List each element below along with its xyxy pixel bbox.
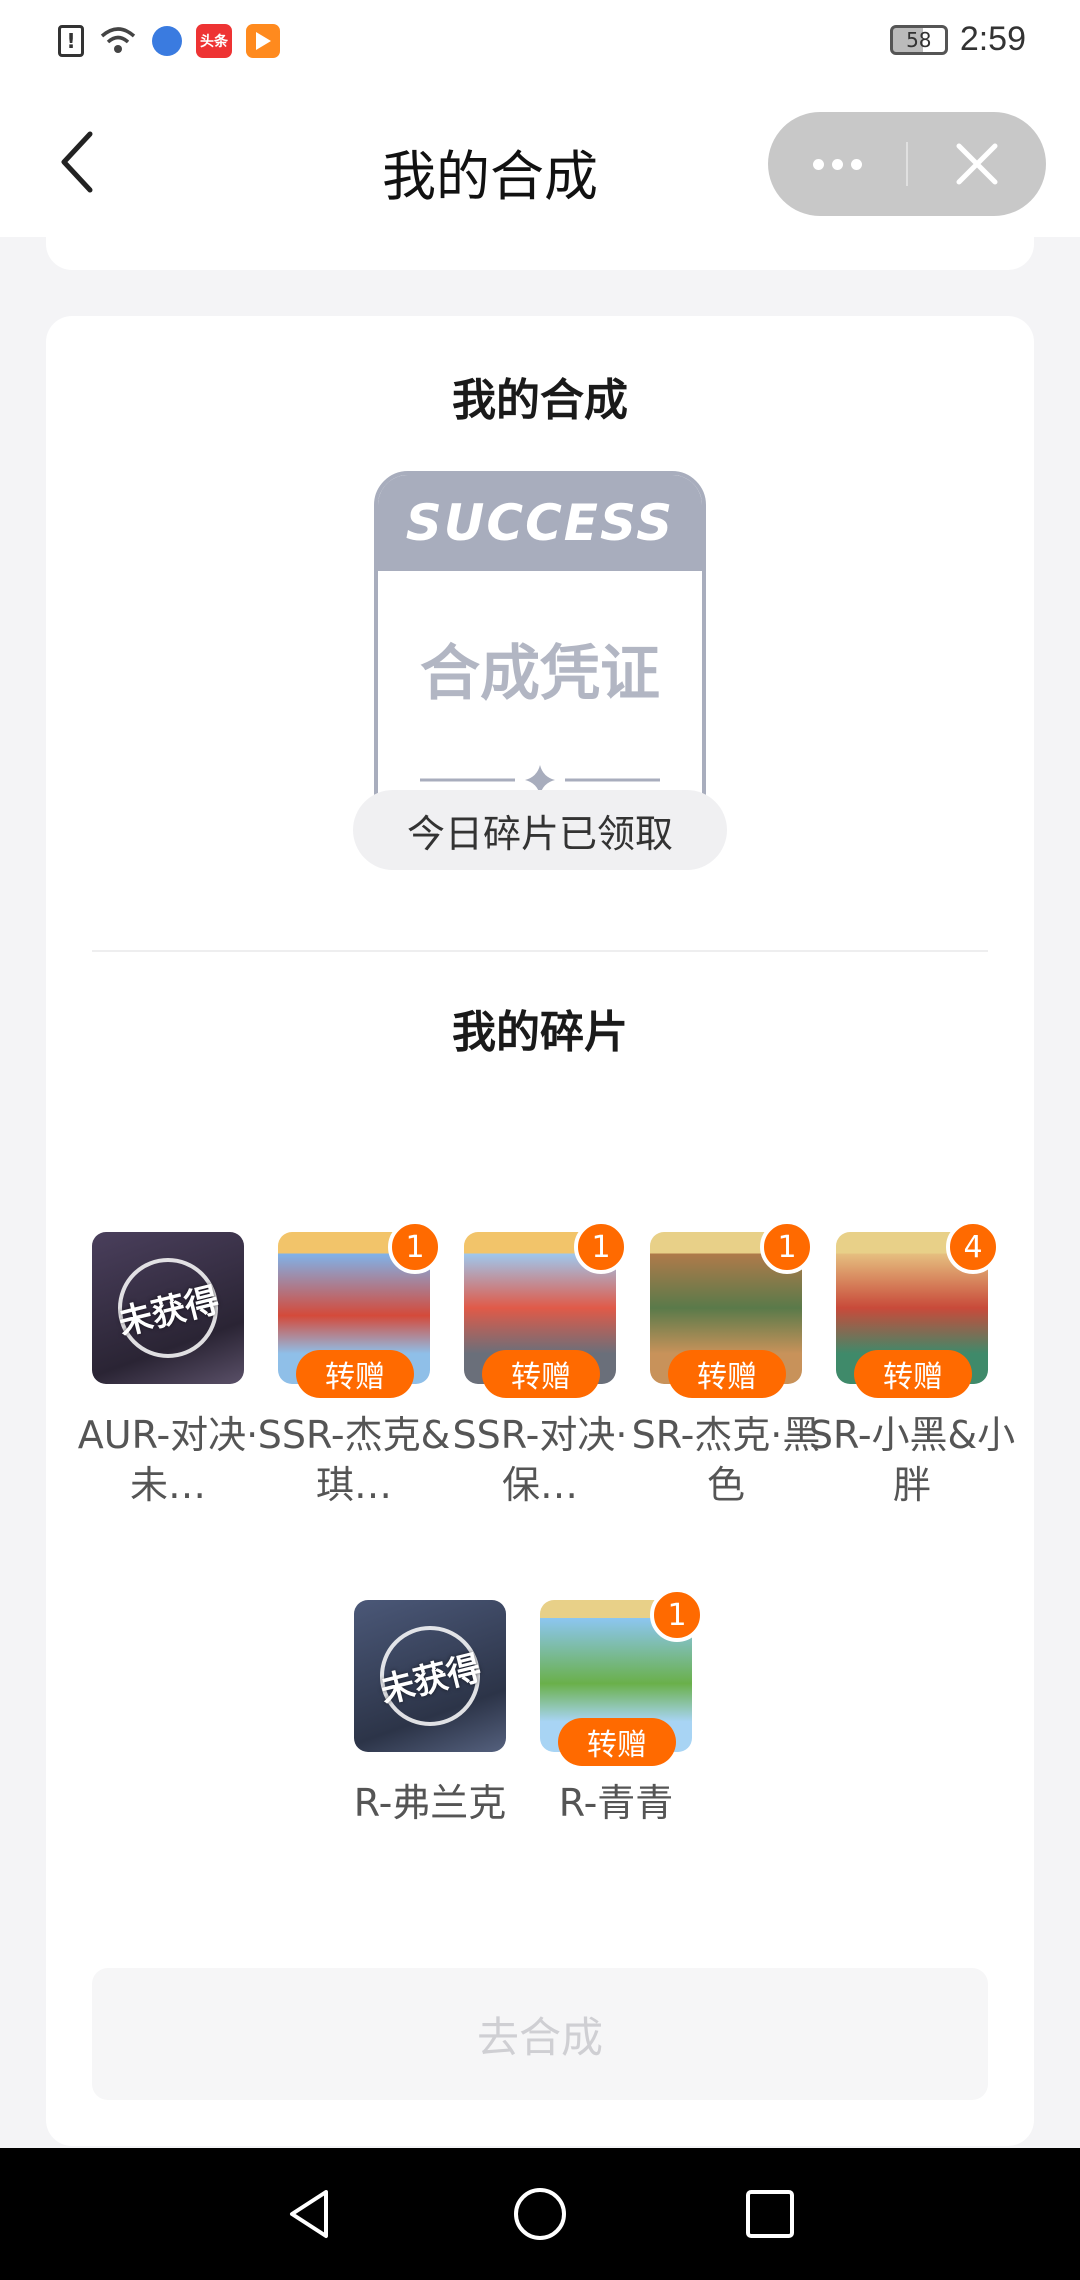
fragment-item[interactable]: 1 转赠 R-青青	[540, 1588, 704, 1825]
gift-button[interactable]: 转赠	[558, 1718, 676, 1766]
section-divider	[92, 950, 988, 952]
fragment-count-badge: 1	[760, 1220, 814, 1274]
fragment-card-image: 未获得	[92, 1232, 244, 1384]
fragment-item[interactable]: 未获得 R-弗兰克	[354, 1600, 506, 1825]
circle-home-icon	[514, 2188, 566, 2240]
previous-card	[46, 237, 1034, 270]
video-icon	[246, 24, 280, 58]
fragment-item[interactable]: 1 转赠 SR-杰克·黑色	[632, 1220, 820, 1507]
more-icon	[812, 158, 862, 170]
square-recents-icon	[746, 2190, 794, 2238]
miniprogram-capsule	[768, 112, 1046, 216]
browser-icon	[152, 26, 182, 56]
synthesis-certificate[interactable]: SUCCESS 合成凭证	[374, 471, 706, 841]
fragments-title: 我的碎片	[452, 1007, 628, 1058]
system-back-button[interactable]	[276, 2180, 344, 2248]
fragment-item[interactable]: 1 转赠 SSR-对决·保…	[453, 1220, 628, 1507]
fragment-name: R-青青	[558, 1781, 674, 1825]
gift-button[interactable]: 转赠	[482, 1350, 600, 1398]
close-icon	[956, 143, 998, 185]
fragment-item[interactable]: 1 转赠 SSR-杰克&琪…	[258, 1220, 450, 1507]
system-recents-button[interactable]	[736, 2180, 804, 2248]
fragment-name: SR-小黑&小胖	[808, 1413, 1016, 1507]
battery-indicator: 58	[889, 24, 948, 55]
wifi-icon	[98, 24, 138, 58]
fragment-count-badge: 1	[388, 1220, 442, 1274]
clock: 2:59	[959, 20, 1026, 58]
fragment-item[interactable]: 未获得 AUR-对决·未…	[78, 1232, 258, 1507]
fragment-name: SR-杰克·黑色	[631, 1413, 821, 1507]
alert-icon: !	[58, 25, 84, 57]
synthesize-button[interactable]: 去合成	[92, 1968, 988, 2100]
toutiao-icon: 头条	[196, 24, 232, 58]
certificate-header: SUCCESS	[378, 475, 702, 571]
fragment-count-badge: 1	[650, 1588, 704, 1642]
fragment-name: AUR-对决·未…	[77, 1413, 259, 1507]
nav-bar: 我的合成	[0, 92, 1080, 237]
gift-button[interactable]: 转赠	[296, 1350, 414, 1398]
fragment-count-badge: 1	[574, 1220, 628, 1274]
gift-button[interactable]: 转赠	[668, 1350, 786, 1398]
certificate-label: 合成凭证	[420, 639, 660, 709]
fragment-name: SSR-对决·保…	[452, 1413, 628, 1507]
fragment-name: R-弗兰克	[353, 1781, 507, 1825]
gift-button[interactable]: 转赠	[854, 1350, 972, 1398]
fragment-name: SSR-杰克&琪…	[257, 1413, 451, 1507]
close-button[interactable]	[908, 112, 1046, 216]
synthesis-card: 我的合成 SUCCESS 合成凭证 我的碎片 今日碎片已领取 未获得 AUR-对…	[46, 316, 1034, 2146]
status-bar: ! 头条 58 2:59	[0, 0, 1080, 92]
daily-claim-status: 今日碎片已领取	[353, 790, 727, 870]
fragment-count-badge: 4	[946, 1220, 1000, 1274]
unobtained-overlay: 未获得	[92, 1232, 244, 1384]
synthesis-title: 我的合成	[452, 375, 628, 426]
triangle-back-icon	[290, 2190, 328, 2238]
more-button[interactable]	[768, 112, 906, 216]
fragment-card-image: 未获得	[354, 1600, 506, 1752]
unobtained-overlay: 未获得	[354, 1600, 506, 1752]
system-home-button[interactable]	[506, 2180, 574, 2248]
system-nav-bar	[0, 2148, 1080, 2280]
fragment-item[interactable]: 4 转赠 SR-小黑&小胖	[809, 1220, 1015, 1507]
